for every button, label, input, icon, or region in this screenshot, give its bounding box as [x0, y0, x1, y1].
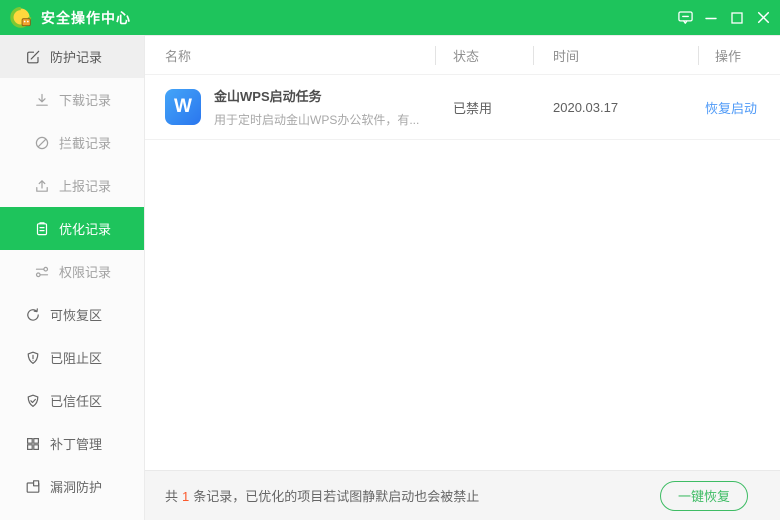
- sidebar-item-label: 已阻止区: [50, 351, 103, 366]
- record-name-cell: W 金山WPS启动任务 用于定时启动金山WPS办公软件，有...: [145, 86, 435, 128]
- restore-icon: [27, 307, 39, 321]
- record-name-text: 金山WPS启动任务 用于定时启动金山WPS办公软件，有...: [214, 86, 419, 128]
- sidebar-item-blocked-zone[interactable]: 已阻止区: [0, 336, 144, 379]
- sidebar-item-label: 可恢复区: [50, 308, 103, 323]
- sidebar-item-protection-records[interactable]: 防护记录: [0, 35, 144, 78]
- download-icon: [36, 93, 48, 106]
- wps-app-icon: W: [165, 89, 201, 125]
- sidebar-item-patch-management[interactable]: 补丁管理: [0, 422, 144, 465]
- sidebar-item-optimization-records[interactable]: 优化记录: [0, 207, 144, 250]
- restore-startup-link[interactable]: 恢复启动: [698, 98, 780, 117]
- sidebar-item-label: 优化记录: [59, 222, 112, 237]
- one-key-restore-button[interactable]: 一键恢复: [660, 480, 748, 511]
- shield-exclamation-icon: [27, 351, 39, 364]
- table-header: 名称 状态 时间 操作: [145, 35, 780, 75]
- sidebar-item-intercept-records[interactable]: 拦截记录: [0, 121, 144, 164]
- sidebar: 防护记录 下载记录 拦截记录 上报记录 优化记录 权限记录 可恢复区 已阻止区 …: [0, 35, 145, 520]
- maximize-icon[interactable]: [724, 0, 750, 35]
- upload-icon: [36, 179, 48, 192]
- shield-check-icon: [27, 394, 39, 407]
- block-icon: [35, 136, 49, 149]
- vulnerability-icon: [26, 479, 40, 493]
- empty-area: [145, 140, 780, 470]
- record-time: 2020.03.17: [553, 99, 619, 115]
- window-body: 防护记录 下载记录 拦截记录 上报记录 优化记录 权限记录 可恢复区 已阻止区 …: [0, 35, 780, 520]
- summary-suffix: 条记录，已优化的项目若试图静默启动也会被禁止: [193, 489, 480, 504]
- clipboard-icon: [36, 221, 48, 235]
- main-panel: 名称 状态 时间 操作 W 金山WPS启动任务 用于定时启动金山WPS办公软件，…: [145, 35, 780, 520]
- record-description: 用于定时启动金山WPS办公软件，有...: [214, 113, 420, 127]
- window-title: 安全操作中心: [41, 9, 131, 26]
- edit-icon: [27, 50, 40, 63]
- sidebar-item-label: 防护记录: [50, 50, 103, 65]
- sidebar-item-permission-records[interactable]: 权限记录: [0, 250, 144, 293]
- titlebar: 安全操作中心: [0, 0, 780, 35]
- sidebar-item-report-records[interactable]: 上报记录: [0, 164, 144, 207]
- window-controls: [672, 0, 780, 35]
- duba-logo-icon: [10, 6, 32, 28]
- sidebar-item-download-records[interactable]: 下载记录: [0, 78, 144, 121]
- column-header-time: 时间: [533, 36, 698, 74]
- minimize-icon[interactable]: [698, 0, 724, 35]
- column-header-action: 操作: [698, 36, 780, 74]
- patch-grid-icon: [26, 437, 40, 450]
- sidebar-item-label: 补丁管理: [50, 437, 103, 452]
- sidebar-item-label: 漏洞防护: [50, 480, 103, 495]
- sidebar-item-label: 上报记录: [59, 179, 112, 194]
- sidebar-item-label: 下载记录: [59, 93, 112, 108]
- table-row: W 金山WPS启动任务 用于定时启动金山WPS办公软件，有... 已禁用 202…: [145, 75, 780, 140]
- record-title: 金山WPS启动任务: [214, 89, 322, 104]
- record-summary: 共 1 条记录，已优化的项目若试图静默启动也会被禁止: [165, 486, 479, 505]
- sidebar-item-vulnerability-protection[interactable]: 漏洞防护: [0, 465, 144, 508]
- sidebar-item-recoverable-zone[interactable]: 可恢复区: [0, 293, 144, 336]
- record-count: 1: [182, 489, 190, 504]
- column-header-status: 状态: [435, 36, 533, 74]
- close-icon[interactable]: [750, 0, 776, 35]
- sidebar-item-trusted-zone[interactable]: 已信任区: [0, 379, 144, 422]
- column-header-name: 名称: [165, 48, 192, 64]
- sidebar-item-label: 拦截记录: [59, 136, 112, 151]
- feedback-icon[interactable]: [672, 0, 698, 35]
- security-center-window: 安全操作中心 防护记录 下载记录 拦截记录 上报记录 优化记录 权限记录 可恢复…: [0, 0, 780, 520]
- sidebar-item-label: 已信任区: [50, 394, 103, 409]
- sliders-icon: [35, 266, 49, 277]
- record-status: 已禁用: [453, 100, 493, 116]
- footer-bar: 共 1 条记录，已优化的项目若试图静默启动也会被禁止 一键恢复: [145, 470, 780, 520]
- sidebar-item-label: 权限记录: [59, 265, 112, 280]
- summary-prefix: 共: [165, 489, 179, 504]
